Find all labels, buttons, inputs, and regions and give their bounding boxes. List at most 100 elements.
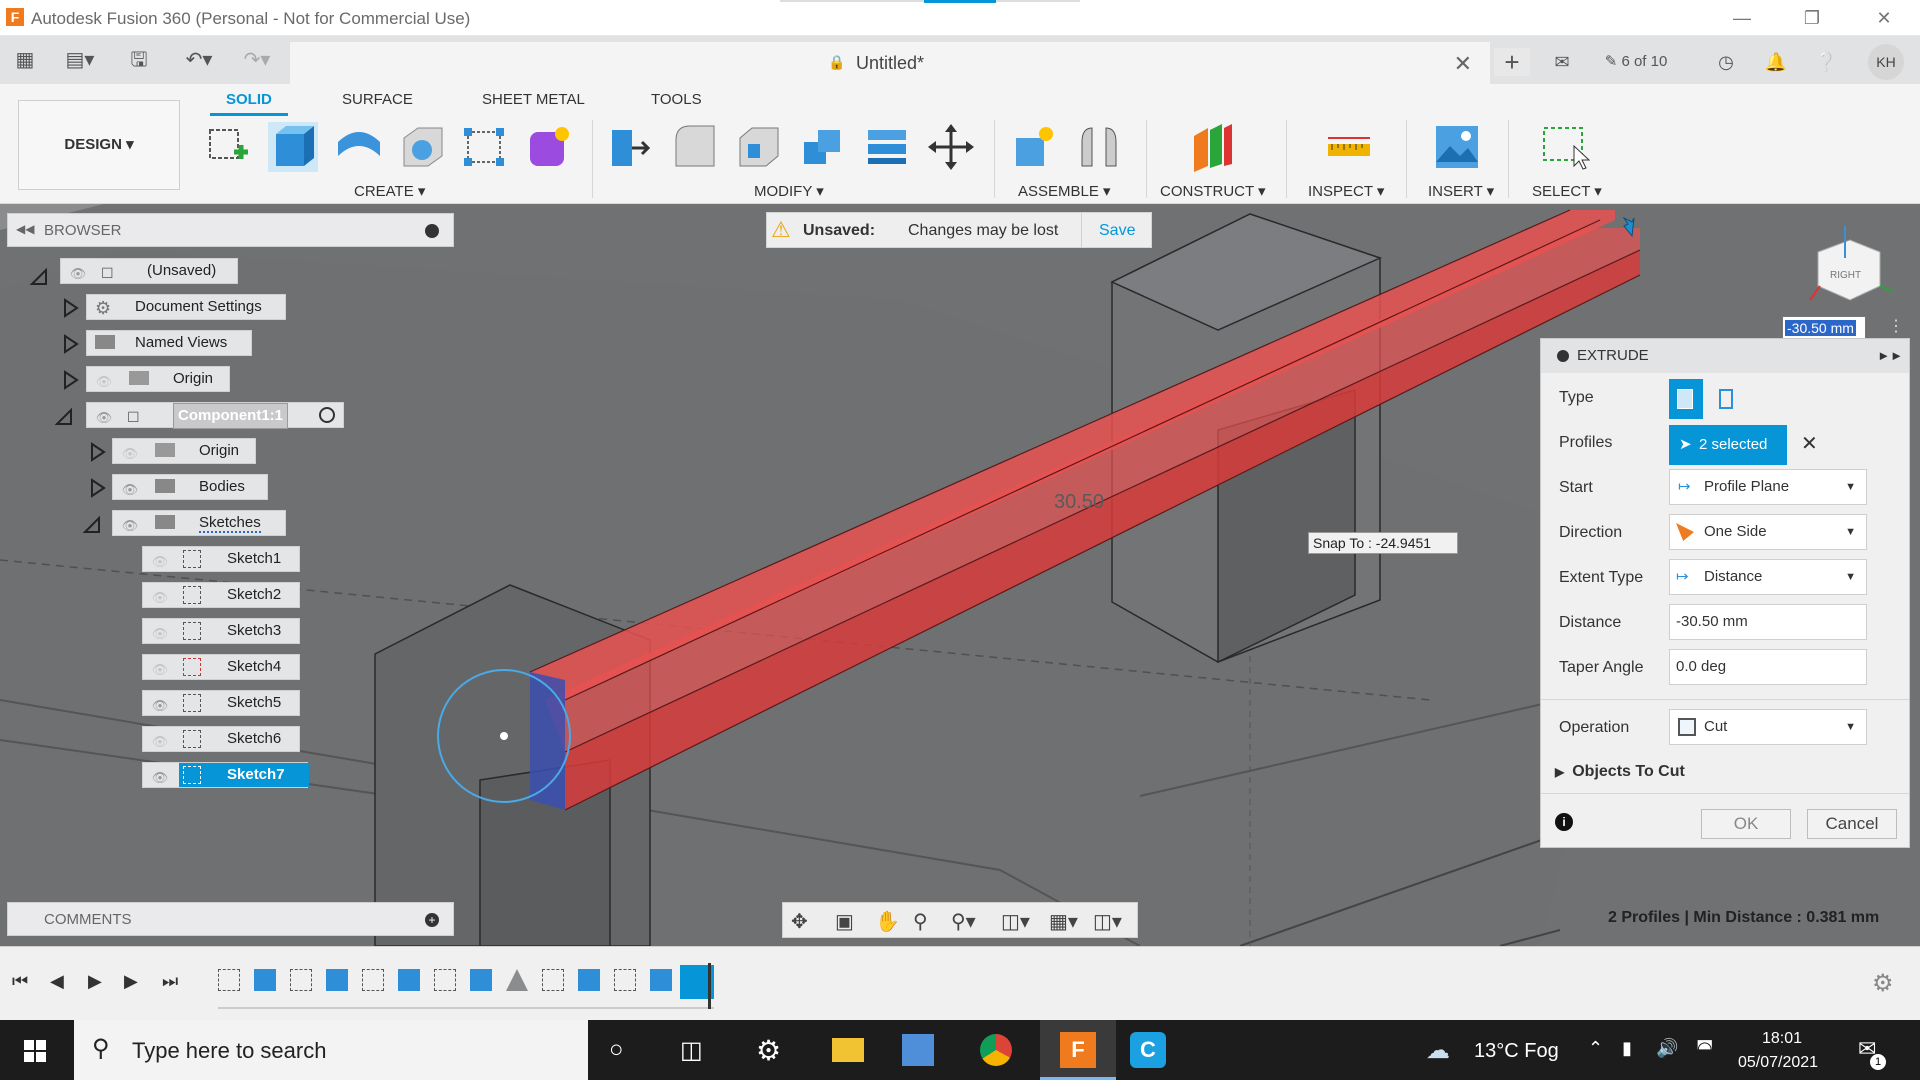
timeline-extrude-icon[interactable] — [254, 969, 276, 991]
insert-image-icon[interactable] — [1432, 122, 1482, 172]
step-forward-icon[interactable]: ▶ — [124, 971, 138, 992]
activate-radio-icon[interactable] — [319, 407, 335, 423]
wifi-icon[interactable]: ◚ — [1696, 1038, 1713, 1059]
help-icon[interactable]: ❔ — [1808, 48, 1844, 76]
start-dropdown[interactable]: ↦ Profile Plane ▼ — [1669, 469, 1867, 505]
timeline-sketch-icon[interactable] — [434, 969, 456, 991]
go-to-start-icon[interactable]: ⏮ — [12, 971, 28, 992]
tree-document-settings[interactable]: ⚙ Document Settings — [86, 294, 286, 320]
distance-inline-field[interactable]: -30.50 mm — [1782, 316, 1866, 340]
type-solid-button[interactable] — [1669, 379, 1703, 419]
redo-icon[interactable]: ↷▾ — [234, 48, 280, 72]
orbit-icon[interactable]: ✥ — [791, 909, 808, 934]
sketch-center-point[interactable] — [500, 732, 508, 740]
distance-input[interactable]: -30.50 mm — [1669, 604, 1867, 640]
settings-gear-icon[interactable]: ⚙ — [756, 1034, 781, 1067]
timeline-settings-gear-icon[interactable]: ⚙ — [1872, 969, 1894, 998]
tree-sketch[interactable]: 👁 Sketch2 — [142, 582, 300, 608]
tree-comp-origin[interactable]: 👁 Origin — [112, 438, 256, 464]
taper-angle-input[interactable]: 0.0 deg — [1669, 649, 1867, 685]
more-options-icon[interactable]: ⋮ — [1888, 316, 1904, 336]
chrome-icon[interactable] — [980, 1034, 1012, 1066]
user-avatar[interactable]: KH — [1868, 44, 1904, 80]
timeline-sketch-icon[interactable] — [542, 969, 564, 991]
windows-start-icon[interactable] — [24, 1040, 46, 1062]
add-comment-icon[interactable]: + — [425, 913, 439, 927]
timeline-extrude-icon[interactable] — [650, 969, 672, 991]
cancel-button[interactable]: Cancel — [1807, 809, 1897, 839]
timeline-sketch-icon[interactable] — [290, 969, 312, 991]
clock-date[interactable]: 05/07/2021 — [1738, 1054, 1818, 1072]
tree-bodies[interactable]: 👁 Bodies — [112, 474, 268, 500]
collapse-icon[interactable] — [1557, 350, 1569, 362]
shell-icon[interactable] — [798, 122, 848, 172]
tree-origin[interactable]: 👁 Origin — [86, 366, 230, 392]
visibility-hidden-icon[interactable]: 👁 — [93, 370, 115, 389]
visibility-icon[interactable]: 👁 — [149, 766, 171, 785]
chamfer-icon[interactable] — [734, 122, 784, 172]
tab-solid[interactable]: SOLID — [210, 91, 288, 116]
document-tab[interactable]: 🔒 Untitled* ✕ — [290, 42, 1490, 84]
tree-sketch[interactable]: 👁 Sketch5 — [142, 690, 300, 716]
expander-origin[interactable] — [64, 370, 79, 390]
tree-root[interactable]: 👁 ☐ (Unsaved) — [60, 258, 238, 284]
restore-button[interactable]: ❐ — [1790, 4, 1834, 32]
cortana-icon[interactable]: ○ — [609, 1036, 624, 1064]
tree-component[interactable]: 👁 ☐ Component1:1 — [86, 402, 344, 429]
fusion-taskbar-button[interactable]: F — [1040, 1020, 1116, 1080]
step-back-icon[interactable]: ◀ — [50, 971, 64, 992]
tree-sketch[interactable]: 👁 Sketch1 — [142, 546, 300, 572]
timeline-extrude-icon[interactable] — [398, 969, 420, 991]
hole-icon[interactable] — [398, 122, 448, 172]
file-menu-icon[interactable]: ▤▾ — [60, 48, 100, 72]
collapse-browser-icon[interactable]: ◀◀ — [16, 222, 34, 236]
visibility-hidden-icon[interactable]: 👁 — [149, 622, 171, 641]
insert-menu[interactable]: INSERT ▾ — [1428, 182, 1494, 200]
go-to-end-icon[interactable]: ⏭ — [162, 971, 178, 992]
tree-sketch[interactable]: 👁 Sketch4 — [142, 654, 300, 680]
expand-panel-icon[interactable]: ►► — [1877, 339, 1903, 373]
view-cube-face-label[interactable]: RIGHT — [1830, 270, 1861, 281]
form-icon[interactable] — [524, 122, 574, 172]
type-thin-button[interactable] — [1713, 383, 1743, 415]
select-icon[interactable] — [1540, 122, 1590, 172]
operation-dropdown[interactable]: Cut ▼ — [1669, 709, 1867, 745]
create-sketch-icon[interactable] — [204, 122, 254, 172]
zoom-icon[interactable]: ⚲ — [913, 909, 928, 934]
workspace-switcher[interactable]: DESIGN ▾ — [18, 100, 180, 190]
extrude-icon[interactable] — [268, 122, 318, 172]
timeline-sketch-icon[interactable] — [614, 969, 636, 991]
expander-named-views[interactable] — [64, 334, 79, 354]
move-icon[interactable] — [926, 122, 976, 172]
browser-panel-header[interactable]: ◀◀ BROWSER — [7, 213, 454, 247]
visibility-icon[interactable]: 👁 — [67, 262, 89, 281]
weather-text[interactable]: 13°C Fog — [1474, 1040, 1559, 1063]
expander-document-settings[interactable] — [64, 298, 79, 318]
timeline-extrude-icon[interactable] — [470, 969, 492, 991]
modify-menu[interactable]: MODIFY ▾ — [754, 182, 824, 200]
volume-icon[interactable]: 🔊 — [1656, 1038, 1678, 1059]
assemble-menu[interactable]: ASSEMBLE ▾ — [1018, 182, 1111, 200]
visibility-hidden-icon[interactable]: 👁 — [149, 586, 171, 605]
visibility-hidden-icon[interactable]: 👁 — [119, 442, 141, 461]
revolve-icon[interactable] — [334, 122, 384, 172]
profiles-selection[interactable]: ➤ 2 selected — [1669, 425, 1787, 465]
measure-icon[interactable] — [1324, 122, 1374, 172]
taskbar-search-box[interactable]: ⚲ Type here to search — [74, 1020, 588, 1080]
clock-time[interactable]: 18:01 — [1762, 1030, 1802, 1048]
winrar-icon[interactable] — [902, 1034, 934, 1066]
visibility-icon[interactable]: 👁 — [119, 478, 141, 497]
task-view-icon[interactable]: ◫ — [680, 1036, 703, 1065]
tree-named-views[interactable]: Named Views — [86, 330, 252, 356]
visibility-hidden-icon[interactable]: 👁 — [149, 658, 171, 677]
visibility-icon[interactable]: 👁 — [119, 514, 141, 533]
tab-surface[interactable]: SURFACE — [342, 91, 413, 108]
zoom-window-icon[interactable]: ⚲▾ — [951, 909, 976, 934]
tree-sketch-active[interactable]: 👁 Sketch7 — [142, 762, 309, 788]
create-menu[interactable]: CREATE ▾ — [354, 182, 425, 200]
app-c-icon[interactable]: C — [1130, 1032, 1166, 1068]
expander-comp-origin[interactable] — [91, 442, 106, 462]
comments-panel[interactable]: COMMENTS + — [7, 902, 454, 936]
battery-icon[interactable]: ▮ — [1622, 1038, 1632, 1059]
timeline-extrude-icon[interactable] — [578, 969, 600, 991]
